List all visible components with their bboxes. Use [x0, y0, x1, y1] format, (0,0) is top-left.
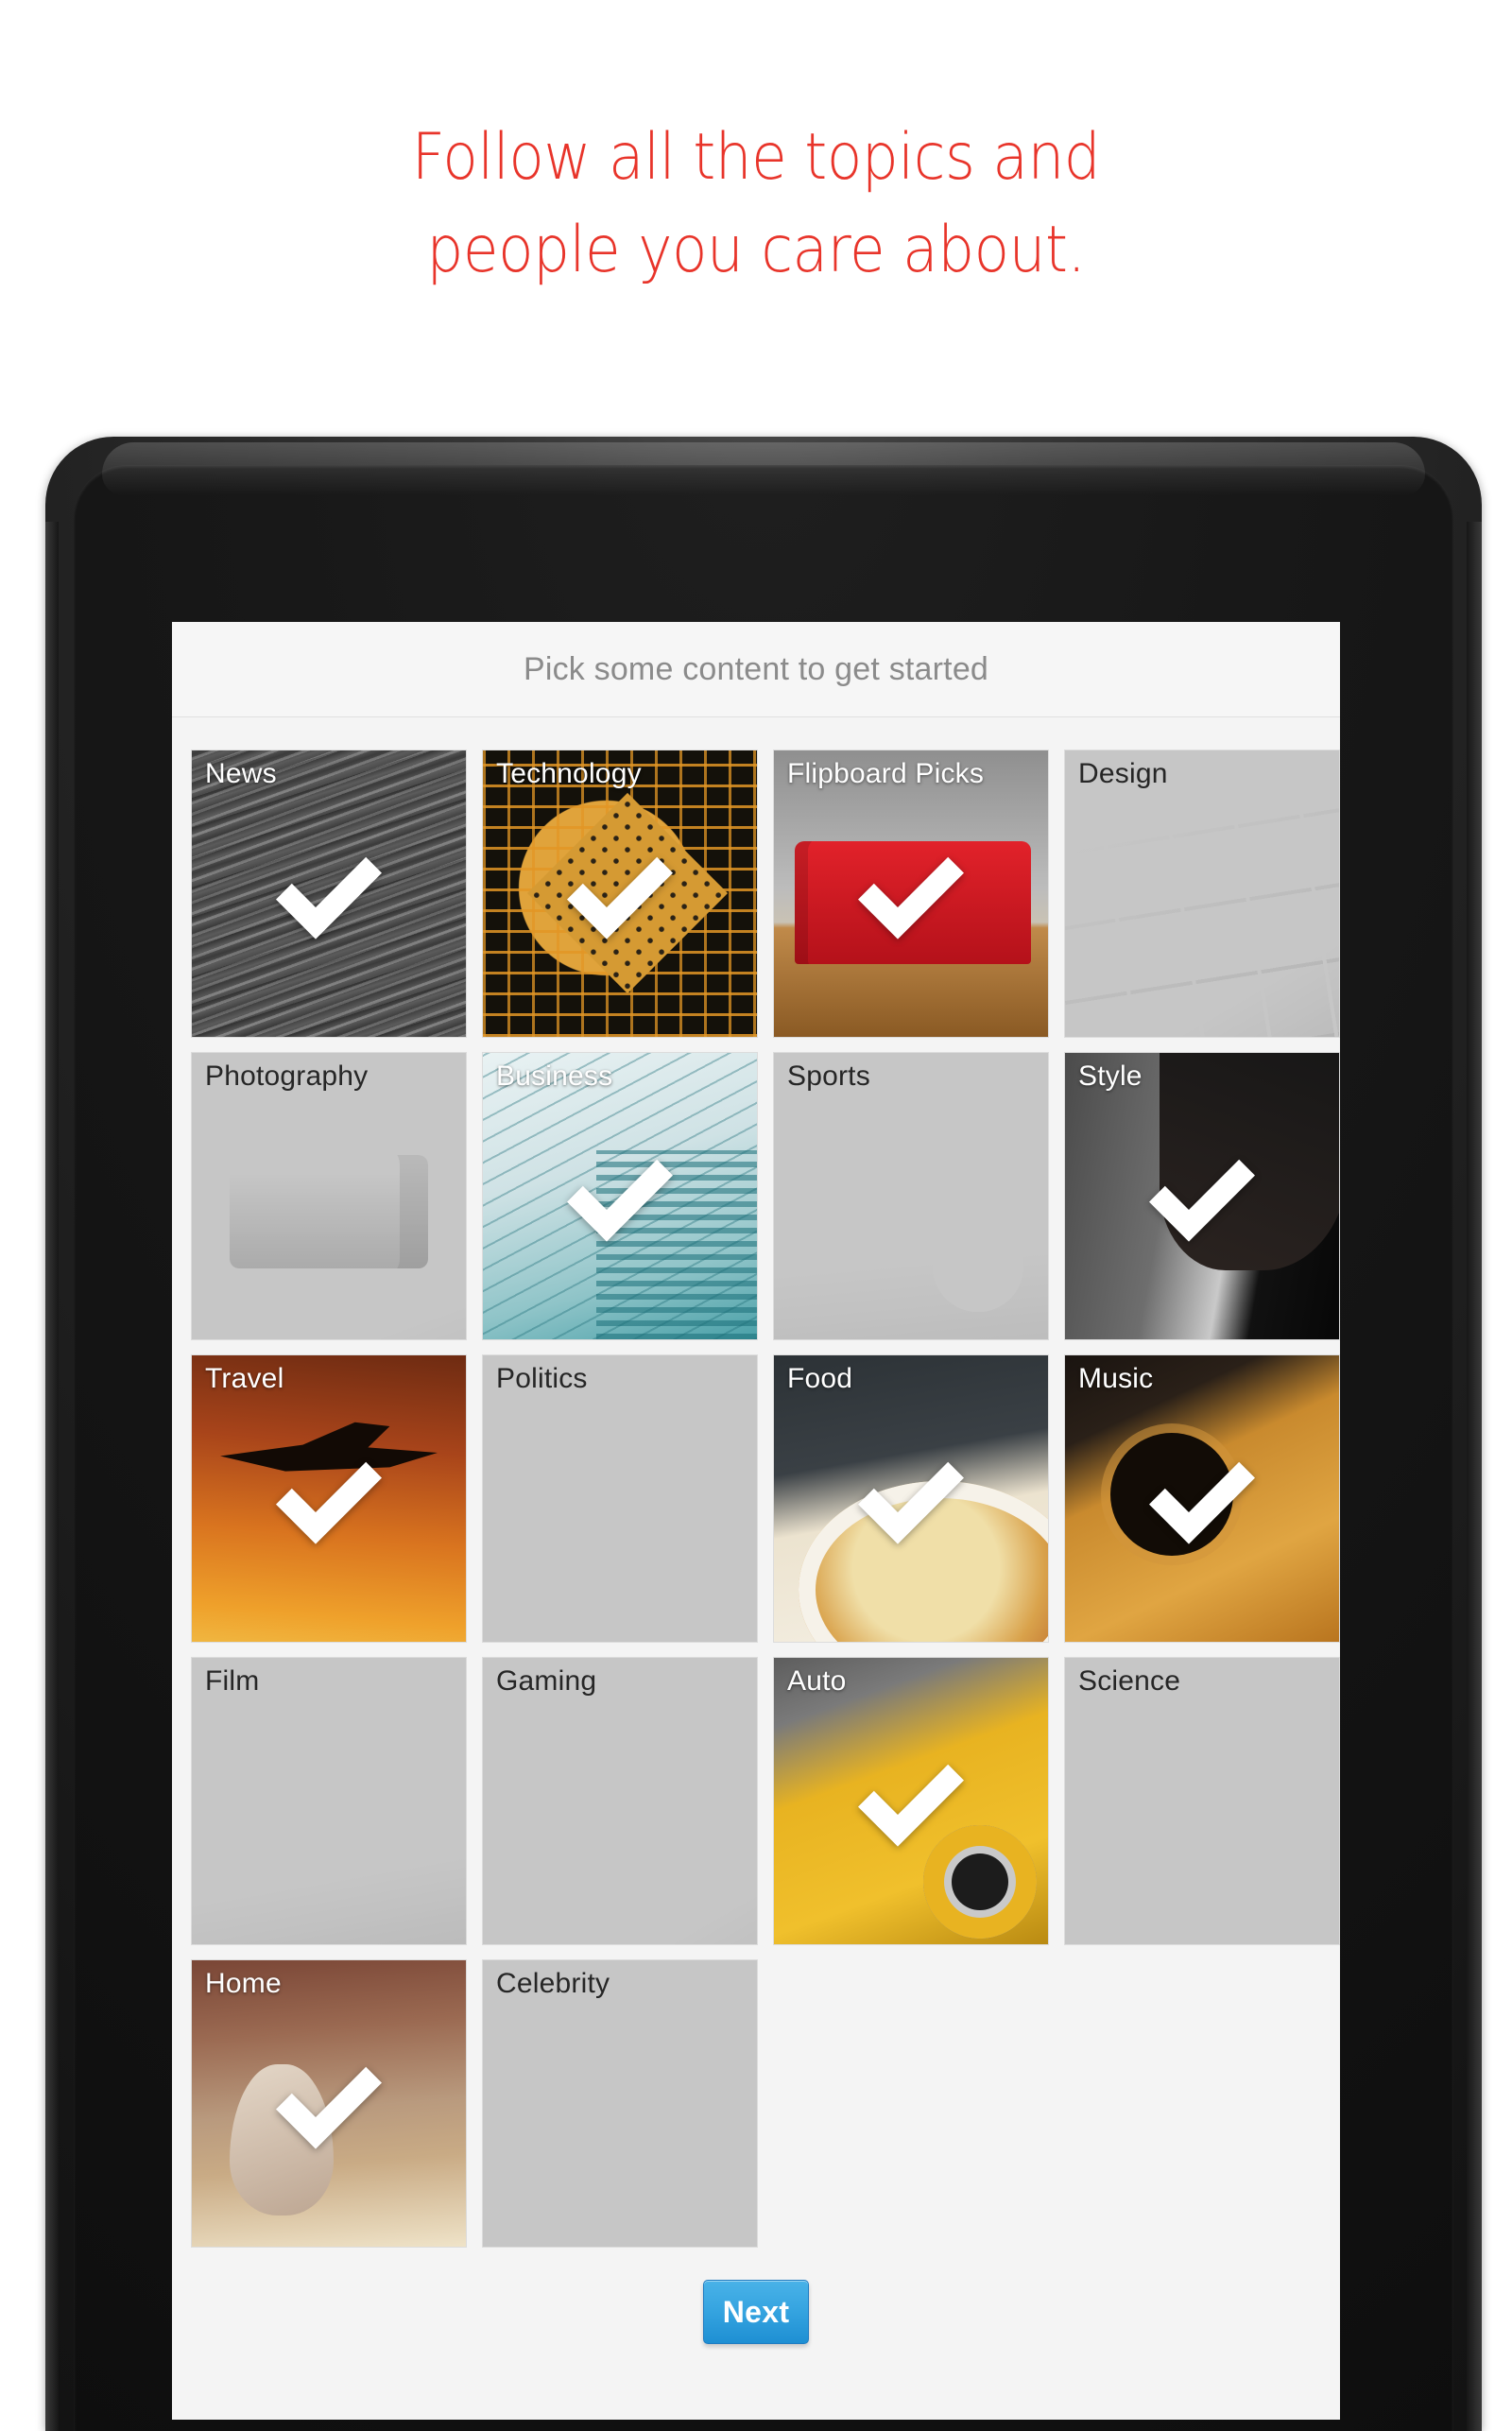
topic-tile-label: Business — [496, 1060, 613, 1092]
topic-tile-label: Music — [1078, 1363, 1154, 1394]
topic-tile-artwork — [192, 1658, 466, 1944]
topic-tile-label: Food — [787, 1363, 853, 1394]
headline-line-1: Follow all the topics and — [411, 120, 1101, 195]
topic-tile-artwork — [192, 1960, 466, 2247]
topic-tile-artwork — [483, 1355, 757, 1642]
next-button[interactable]: Next — [703, 2280, 809, 2344]
topic-tile-artwork — [192, 750, 466, 1037]
screen-header-title: Pick some content to get started — [523, 650, 989, 687]
topic-tile-label: Travel — [205, 1363, 284, 1394]
topic-tile-politics[interactable]: Politics — [482, 1354, 758, 1643]
bezel-right-edge — [1467, 522, 1482, 2431]
topic-tile-artwork — [483, 1960, 757, 2247]
topic-tile-label: Home — [205, 1968, 282, 1999]
topic-tile-flipboard-picks[interactable]: Flipboard Picks — [773, 750, 1049, 1038]
topic-tile-music[interactable]: Music — [1064, 1354, 1340, 1643]
topic-tile-food[interactable]: Food — [773, 1354, 1049, 1643]
topic-tile-style[interactable]: Style — [1064, 1052, 1340, 1340]
topic-tile-artwork — [1065, 1658, 1339, 1944]
topic-tile-artwork — [774, 750, 1048, 1037]
page-headline: Follow all the topics and people you car… — [76, 112, 1436, 297]
topic-tile-photography[interactable]: Photography — [191, 1052, 467, 1340]
topic-tile-label: Celebrity — [496, 1968, 610, 1999]
topic-tile-label: Science — [1078, 1665, 1181, 1697]
headline-line-2: people you care about. — [426, 213, 1086, 287]
topic-tile-gaming[interactable]: Gaming — [482, 1657, 758, 1945]
topic-tile-artwork — [1065, 1053, 1339, 1339]
screen-header: Pick some content to get started — [172, 622, 1340, 717]
topic-tile-film[interactable]: Film — [191, 1657, 467, 1945]
topic-tile-artwork — [483, 1658, 757, 1944]
topic-tile-news[interactable]: News — [191, 750, 467, 1038]
topic-tile-label: Flipboard Picks — [787, 758, 985, 789]
topic-tile-artwork — [483, 1053, 757, 1339]
topic-tile-label: Sports — [787, 1060, 870, 1092]
topic-tile-artwork — [483, 750, 757, 1037]
topic-tile-label: Politics — [496, 1363, 588, 1394]
bezel-left-edge — [45, 522, 59, 2431]
topic-tile-celebrity[interactable]: Celebrity — [482, 1959, 758, 2248]
topic-tile-label: Gaming — [496, 1665, 597, 1697]
topic-tile-design[interactable]: Design — [1064, 750, 1340, 1038]
topic-tile-artwork — [192, 1355, 466, 1642]
topic-tile-technology[interactable]: Technology — [482, 750, 758, 1038]
topic-grid: News Technology Flipboard Picks Design Photo… — [172, 717, 1340, 2248]
topic-tile-label: Film — [205, 1665, 260, 1697]
topic-tile-label: Style — [1078, 1060, 1143, 1092]
tablet-screen: Pick some content to get started News Tec… — [172, 622, 1340, 2420]
topic-tile-label: Technology — [496, 758, 642, 789]
topic-tile-label: Photography — [205, 1060, 369, 1092]
topic-tile-business[interactable]: Business — [482, 1052, 758, 1340]
topic-tile-science[interactable]: Science — [1064, 1657, 1340, 1945]
topic-tile-artwork — [774, 1053, 1048, 1339]
topic-tile-travel[interactable]: Travel — [191, 1354, 467, 1643]
topic-tile-auto[interactable]: Auto — [773, 1657, 1049, 1945]
topic-tile-artwork — [192, 1053, 466, 1339]
topic-tile-artwork — [774, 1355, 1048, 1642]
topic-tile-home[interactable]: Home — [191, 1959, 467, 2248]
screen-footer: Next — [172, 2280, 1340, 2344]
topic-tile-label: Auto — [787, 1665, 847, 1697]
topic-tile-artwork — [1065, 1355, 1339, 1642]
topic-tile-label: News — [205, 758, 277, 789]
topic-tile-artwork — [1065, 750, 1339, 1037]
topic-tile-label: Design — [1078, 758, 1168, 789]
topic-tile-artwork — [774, 1658, 1048, 1944]
topic-tile-sports[interactable]: Sports — [773, 1052, 1049, 1340]
